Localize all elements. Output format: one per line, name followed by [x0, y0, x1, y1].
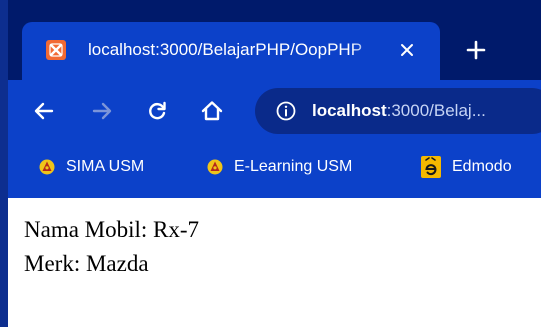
- bookmark-e-learning-usm[interactable]: E-Learning USM: [206, 152, 352, 182]
- window-border: [0, 0, 8, 327]
- bookmark-sima-usm[interactable]: SIMA USM: [38, 152, 144, 182]
- usm-logo-icon: [206, 158, 224, 176]
- url-host: localhost: [312, 101, 387, 120]
- back-arrow-icon[interactable]: [28, 95, 60, 127]
- xampp-icon: [46, 40, 66, 60]
- tab-title: localhost:3000/BelajarPHP/OopPHP: [88, 40, 363, 59]
- forward-arrow-icon[interactable]: [86, 95, 118, 127]
- bookmark-edmodo[interactable]: Edmodo: [420, 152, 512, 182]
- url-text: localhost:3000/Belaj...: [312, 99, 486, 123]
- bookmark-label: E-Learning USM: [234, 158, 353, 175]
- usm-logo-icon: [38, 158, 56, 176]
- plus-icon[interactable]: [462, 36, 490, 64]
- car-name-text: Nama Mobil: Rx-7: [24, 217, 200, 242]
- bookmark-label: Edmodo: [452, 158, 512, 175]
- reload-icon[interactable]: [141, 95, 173, 127]
- browser-window: localhost:3000/BelajarPHP/OopPHP localho…: [0, 0, 541, 327]
- address-bar[interactable]: localhost:3000/Belaj...: [255, 88, 541, 134]
- home-icon[interactable]: [196, 95, 228, 127]
- bookmark-label: SIMA USM: [66, 158, 145, 175]
- url-path: :3000/Belaj...: [386, 101, 486, 120]
- page-content: Nama Mobil: Rx-7 Merk: Mazda: [8, 198, 541, 327]
- edmodo-icon: [420, 155, 442, 179]
- car-brand-text: Merk: Mazda: [24, 251, 149, 276]
- info-icon[interactable]: [275, 100, 297, 122]
- close-icon[interactable]: [396, 38, 418, 62]
